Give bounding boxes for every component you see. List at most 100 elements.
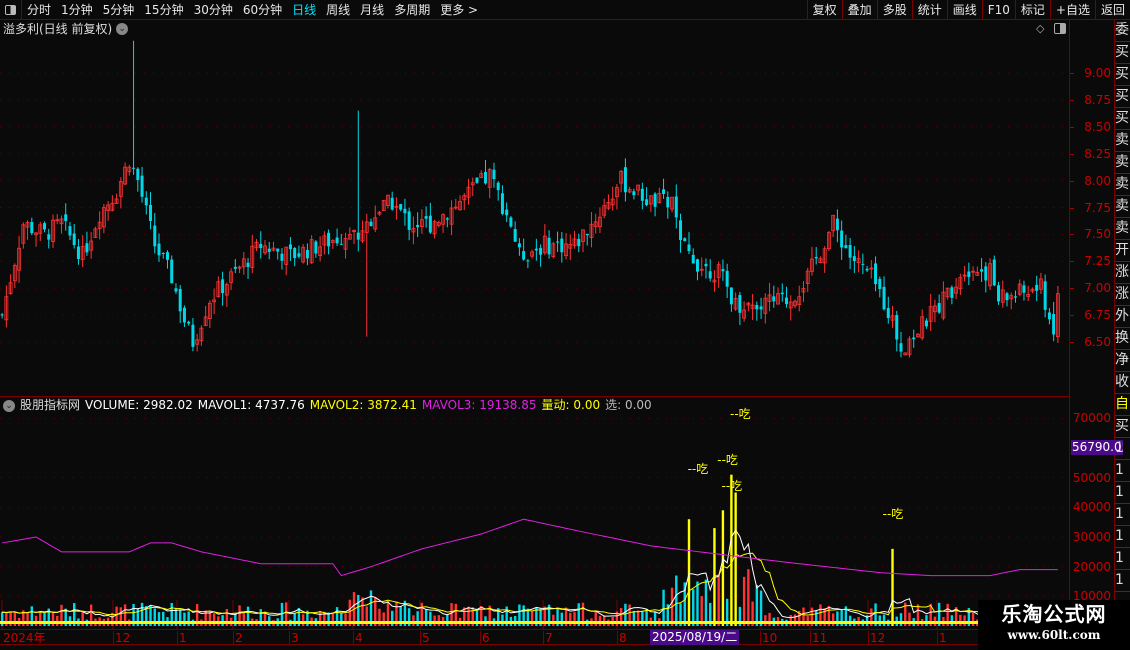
side-panel-cell: 委 <box>1115 20 1130 42</box>
date-label: 11 <box>810 631 828 645</box>
watermark: 乐淘公式网 www.60lt.com <box>978 600 1130 650</box>
volume-tick-label: 20000 <box>1072 559 1111 574</box>
volume-bar <box>742 576 746 626</box>
candle-body <box>522 251 526 260</box>
candle-body <box>679 220 683 240</box>
y-axis: 56790.05 9.008.758.508.258.007.757.507.2… <box>1069 20 1123 630</box>
candle-body <box>233 266 237 269</box>
candle-body <box>165 252 169 260</box>
candle-body <box>288 244 292 250</box>
candle-body <box>390 197 394 210</box>
candle-body <box>259 243 263 249</box>
volume-bar <box>598 615 602 626</box>
candle-body <box>76 246 80 260</box>
candle-body <box>924 320 928 327</box>
tick <box>1070 73 1074 74</box>
candle-body <box>772 296 776 302</box>
volume-bar <box>899 613 903 626</box>
candle-body <box>547 237 551 255</box>
side-panel-cell: 1 <box>1115 504 1130 526</box>
volume-bar <box>764 615 767 626</box>
candle-body <box>882 286 886 310</box>
side-panel-cell: 卖 <box>1115 152 1130 174</box>
chart-canvas[interactable]: --吃 --吃 --吃 --吃 --吃 <box>0 0 1069 629</box>
candle-body <box>1047 312 1051 320</box>
side-panel-cell: 涨 <box>1115 262 1130 284</box>
volume-bar <box>569 612 572 626</box>
candle-body <box>132 167 136 169</box>
volume-bar <box>212 613 216 626</box>
selected-date: 2025/08/19/二 <box>650 630 740 645</box>
volume-bar <box>793 614 797 626</box>
volume-bar <box>696 581 699 626</box>
candle-body <box>157 243 161 256</box>
candle-body <box>755 304 759 310</box>
volume-bar <box>789 614 792 626</box>
candle-body <box>399 204 403 210</box>
candle-body <box>780 292 784 295</box>
volume-bar <box>221 615 224 626</box>
side-panel-cell: 卖 <box>1115 130 1130 152</box>
volume-bar <box>878 615 881 626</box>
candle-body <box>840 230 844 248</box>
candle-body <box>356 232 360 240</box>
volume-bar <box>344 613 347 626</box>
toolbar-button[interactable]: 返回 <box>1094 0 1130 20</box>
candle-body <box>950 287 954 298</box>
candle-body <box>984 266 988 281</box>
candle-body <box>556 241 560 243</box>
candle-body <box>785 297 789 305</box>
price-tick-label: 7.00 <box>1084 281 1111 296</box>
date-label: 2024年 <box>3 631 46 645</box>
mavol3-line <box>2 518 1058 577</box>
price-tick-label: 6.50 <box>1084 335 1111 349</box>
candle-body <box>428 215 432 233</box>
candle-body <box>687 244 691 252</box>
volume-bar <box>730 474 733 626</box>
side-panel-cell: 卖 <box>1115 196 1130 218</box>
volume-bar <box>34 615 38 626</box>
candle-body <box>0 314 4 316</box>
tick <box>1070 315 1074 317</box>
candle-body <box>191 324 195 347</box>
candle-body <box>496 182 500 191</box>
date-label: 4 <box>353 631 363 645</box>
watermark-name: 乐淘公式网 <box>1001 602 1107 626</box>
candle-body <box>305 249 309 259</box>
candle-body <box>246 262 250 267</box>
watermark-url: www.60lt.com <box>1007 628 1101 642</box>
candle-body <box>149 204 153 221</box>
quote-side-panel: 委买买买买卖卖卖卖卖开涨涨外换净收自买1111111 <box>1115 20 1130 630</box>
tick <box>1070 288 1074 290</box>
candle-body <box>738 295 742 313</box>
side-panel-cell: 买 <box>1115 108 1130 130</box>
date-label: 1 <box>177 631 187 645</box>
volume-bar <box>734 492 737 626</box>
candle-body <box>293 247 297 259</box>
candle-body <box>835 218 839 231</box>
candle-body <box>153 225 157 247</box>
candle-body <box>645 199 649 206</box>
candle-body <box>161 252 165 254</box>
volume-bar <box>5 612 8 626</box>
price-tick-label: 7.25 <box>1084 254 1111 269</box>
side-panel-cell: 换 <box>1115 328 1130 350</box>
candle-body <box>560 238 564 253</box>
tick <box>1070 261 1074 263</box>
candle-body <box>585 233 589 236</box>
candle-body <box>937 303 941 313</box>
side-panel-cell: 外 <box>1115 306 1130 328</box>
candle-body <box>861 263 865 265</box>
candle-body <box>30 221 34 234</box>
candle-body <box>534 248 538 251</box>
candle-body <box>695 259 699 272</box>
volume-tick-label: 70000 <box>1072 411 1111 426</box>
volume-bar <box>759 590 763 626</box>
date-axis: 2025/08/19/二 2024年 12 1 2 3 4 5 6 7 8 10 11 12 1 <box>0 629 1069 645</box>
candle-body <box>691 254 695 264</box>
candle-body <box>1043 281 1047 310</box>
date-label: 7 <box>543 631 553 645</box>
volume-bar <box>293 613 296 626</box>
side-panel-cell: 自 <box>1115 394 1130 416</box>
candle-body <box>721 269 725 272</box>
